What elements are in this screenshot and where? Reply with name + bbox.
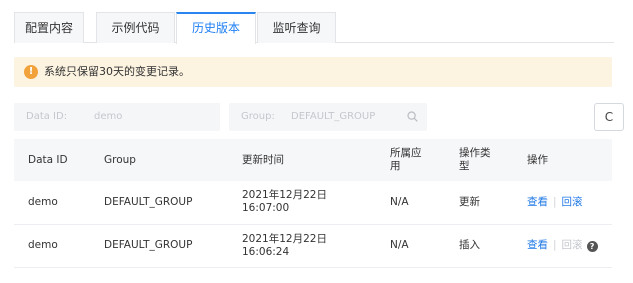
cell-updated-time: 2021年12月22日 16:06:24 bbox=[228, 224, 376, 268]
refresh-icon: C bbox=[604, 110, 614, 124]
cell-group: DEFAULT_GROUP bbox=[90, 181, 228, 225]
tab-sample-code[interactable]: 示例代码 bbox=[96, 12, 175, 43]
cell-data-id: demo bbox=[14, 224, 90, 268]
tab-config-content[interactable]: 配置内容 bbox=[14, 12, 84, 43]
cell-op-type: 更新 bbox=[445, 181, 513, 225]
refresh-button[interactable]: C bbox=[594, 103, 624, 131]
cell-actions: 查看 | 回滚? bbox=[513, 224, 612, 268]
column-header: 操作类型 bbox=[445, 139, 513, 181]
cell-data-id: demo bbox=[14, 181, 90, 225]
notice-text: 系统只保留30天的变更记录。 bbox=[44, 65, 190, 78]
group-input[interactable]: Group: DEFAULT_GROUP bbox=[229, 103, 427, 131]
column-header: Group bbox=[90, 139, 228, 181]
table-header-row: Data ID Group 更新时间 所属应用 操作类型 操作 bbox=[14, 139, 612, 181]
data-id-input[interactable]: Data ID: demo bbox=[14, 103, 220, 131]
history-table: Data ID Group 更新时间 所属应用 操作类型 操作 demo DEF… bbox=[14, 139, 612, 268]
table-row: demo DEFAULT_GROUP 2021年12月22日 16:07:00 N… bbox=[14, 181, 612, 225]
column-header: 操作 bbox=[513, 139, 612, 181]
rollback-link[interactable]: 回滚 bbox=[562, 196, 583, 208]
table-row: demo DEFAULT_GROUP 2021年12月22日 16:06:24 N… bbox=[14, 224, 612, 268]
data-id-label: Data ID: bbox=[26, 111, 68, 122]
tab-bar: 配置内容 示例代码 历史版本 监听查询 bbox=[14, 12, 614, 44]
cell-op-type: 插入 bbox=[445, 224, 513, 268]
data-id-value: demo bbox=[94, 111, 123, 122]
view-link[interactable]: 查看 bbox=[527, 196, 548, 208]
column-header: 更新时间 bbox=[228, 139, 376, 181]
rollback-link-disabled: 回滚 bbox=[561, 239, 583, 251]
tab-listener-query[interactable]: 监听查询 bbox=[257, 12, 336, 43]
cell-app: N/A bbox=[376, 181, 445, 225]
notice-banner: ! 系统只保留30天的变更记录。 bbox=[14, 57, 612, 87]
help-icon[interactable]: ? bbox=[586, 241, 598, 252]
group-value: DEFAULT_GROUP bbox=[291, 111, 376, 122]
group-label: Group: bbox=[241, 111, 275, 122]
tab-history[interactable]: 历史版本 bbox=[176, 12, 256, 44]
cell-app: N/A bbox=[376, 224, 445, 268]
search-icon[interactable] bbox=[407, 111, 418, 122]
view-link[interactable]: 查看 bbox=[527, 239, 548, 251]
column-header: 所属应用 bbox=[376, 139, 445, 181]
cell-group: DEFAULT_GROUP bbox=[90, 224, 228, 268]
cell-actions: 查看 | 回滚 bbox=[513, 181, 612, 225]
warning-icon: ! bbox=[24, 65, 38, 79]
column-header: Data ID bbox=[14, 139, 90, 181]
cell-updated-time: 2021年12月22日 16:07:00 bbox=[228, 181, 376, 225]
